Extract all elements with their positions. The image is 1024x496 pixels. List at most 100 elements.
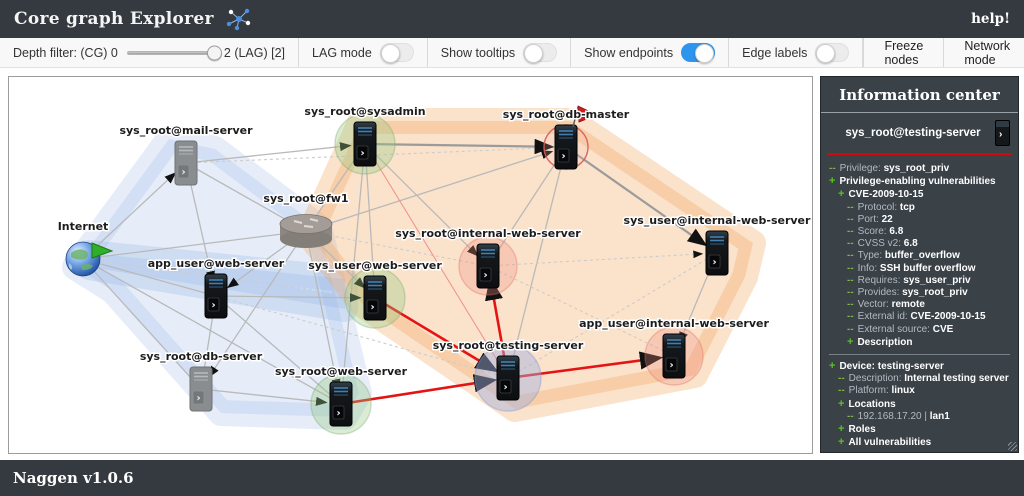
leaf-icon: -- [847,275,854,286]
info-label: Port: [858,214,879,225]
info-label: Vector: [858,299,889,310]
section-divider [829,354,1010,355]
graph-canvas[interactable]: Internet ›sys_root@mail-server ›sys_root… [8,76,813,454]
info-value: SSH buffer overflow [877,263,975,274]
network-mode-button[interactable]: Network mode [944,38,1024,67]
info-row: --External id: CVE-2009-10-15 [829,311,1012,323]
info-row-expandable[interactable]: + Locations [829,398,1012,411]
node-db_server[interactable]: › [190,367,212,411]
show-endpoints-toggle[interactable] [681,43,715,62]
selected-node-name: sys_root@testing-server [831,127,995,139]
depth-filter-slider[interactable] [127,51,215,55]
node-label-internet: Internet [58,220,109,233]
node-label-db_master: sys_root@db-master [503,108,630,121]
app-header: Core graph Explorer help! [0,0,1024,38]
node-fw1[interactable] [280,215,332,249]
info-value: CVE-2009-10-15 [908,311,986,322]
svg-text:›: › [211,300,215,311]
info-label: CVE-2009-10-15 [848,189,923,200]
info-row-expandable[interactable]: + Privilege-enabling vulnerabilities [829,175,1012,188]
expand-icon[interactable]: + [829,360,835,372]
node-internal_root[interactable]: › [477,244,499,288]
leaf-icon: -- [847,311,854,322]
info-value: sys_root_priv [881,163,949,174]
info-row: --CVSS v2: 6.8 [829,238,1012,250]
node-label-internal_sys_user: sys_user@internal-web-server [624,214,811,227]
leaf-icon: -- [847,250,854,261]
info-row: --Privilege: sys_root_priv [829,163,1012,175]
info-value: 6.8 [887,226,904,237]
svg-text:›: › [336,408,340,419]
info-label: Locations [848,399,895,410]
edge-labels-toggle[interactable] [815,43,849,62]
panel-resize-handle[interactable] [1008,442,1017,451]
expand-icon[interactable]: + [829,175,835,187]
info-value: 22 [879,214,893,225]
info-row-expandable[interactable]: + CVE-2009-10-15 [829,188,1012,201]
info-label: Requires: [858,275,901,286]
info-value: CVE [930,324,953,335]
svg-text:›: › [561,151,565,162]
node-sysadmin[interactable]: › [354,122,376,166]
slider-knob[interactable] [207,45,222,60]
node-mail[interactable]: › [175,141,197,185]
expand-icon[interactable]: + [838,423,844,435]
info-label: Provides: [858,287,900,298]
leaf-icon: -- [829,163,836,174]
main-area: Internet ›sys_root@mail-server ›sys_root… [0,68,1024,460]
info-row-expandable[interactable]: +All vulnerabilities [829,436,1012,449]
freeze-nodes-button[interactable]: Freeze nodes [863,38,944,67]
show-tooltips-toggle[interactable] [523,43,557,62]
info-label: Privilege-enabling vulnerabilities [839,176,995,187]
info-label: Protocol: [858,202,897,213]
show-tooltips-label: Show tooltips [441,46,515,60]
info-label: Score: [858,226,887,237]
leaf-icon: -- [847,263,854,274]
info-row-expandable[interactable]: +Roles [829,423,1012,436]
edge-labels-group: Edge labels [729,38,863,67]
svg-text:›: › [483,270,487,281]
info-panel-title: Information center [821,77,1018,112]
info-row-expandable[interactable]: +Device: testing-server [829,360,1012,373]
info-row: -- Provides: sys_root_priv [829,287,1012,299]
info-value: sys_root_priv [899,287,967,298]
node-internal_app_user[interactable]: › [663,334,685,378]
show-endpoints-group: Show endpoints [571,38,729,67]
information-center-panel: Information center sys_root@testing-serv… [820,76,1019,453]
info-row-expandable[interactable]: + Description [829,336,1012,349]
info-value: 6.8 [901,238,918,249]
server-icon [995,120,1010,146]
node-label-fw1: sys_root@fw1 [263,192,348,205]
node-label-internal_app_user: app_user@internal-web-server [579,317,769,330]
node-app_web[interactable]: › [205,274,227,318]
node-label-sys_user_web: sys_user@web-server [308,259,442,272]
toolbar: Depth filter: (CG) 0 2 (LAG) [2] LAG mod… [0,38,1024,68]
node-label-db_server: sys_root@db-server [140,350,263,363]
node-web_server[interactable]: › [330,382,352,426]
help-link[interactable]: help! [971,11,1010,27]
leaf-icon: -- [847,411,854,422]
node-label-testing: sys_root@testing-server [433,339,584,352]
leaf-icon: -- [847,202,854,213]
info-value: sys_user_priv [900,275,970,286]
info-value: tcp [897,202,915,213]
selected-node-row[interactable]: sys_root@testing-server [821,113,1018,151]
info-label: External source: [858,324,930,335]
node-sys_user_web[interactable]: › [364,276,386,320]
info-label: Description [857,337,912,348]
info-row: -- Requires: sys_user_priv [829,275,1012,287]
network-graph-icon [224,6,254,32]
lag-mode-toggle[interactable] [380,43,414,62]
node-testing[interactable]: › [497,356,519,400]
leaf-icon: -- [847,324,854,335]
expand-icon[interactable]: + [838,436,844,448]
lag-mode-group: LAG mode [299,38,428,67]
expand-icon[interactable]: + [838,188,844,200]
info-label: Description: [849,373,902,384]
expand-icon[interactable]: + [847,336,853,348]
attack-graph[interactable]: Internet ›sys_root@mail-server ›sys_root… [9,77,812,453]
node-internal_sys_user[interactable]: › [706,231,728,275]
depth-filter-group: Depth filter: (CG) 0 2 (LAG) [2] [0,38,299,67]
expand-icon[interactable]: + [838,398,844,410]
leaf-icon: -- [847,287,854,298]
